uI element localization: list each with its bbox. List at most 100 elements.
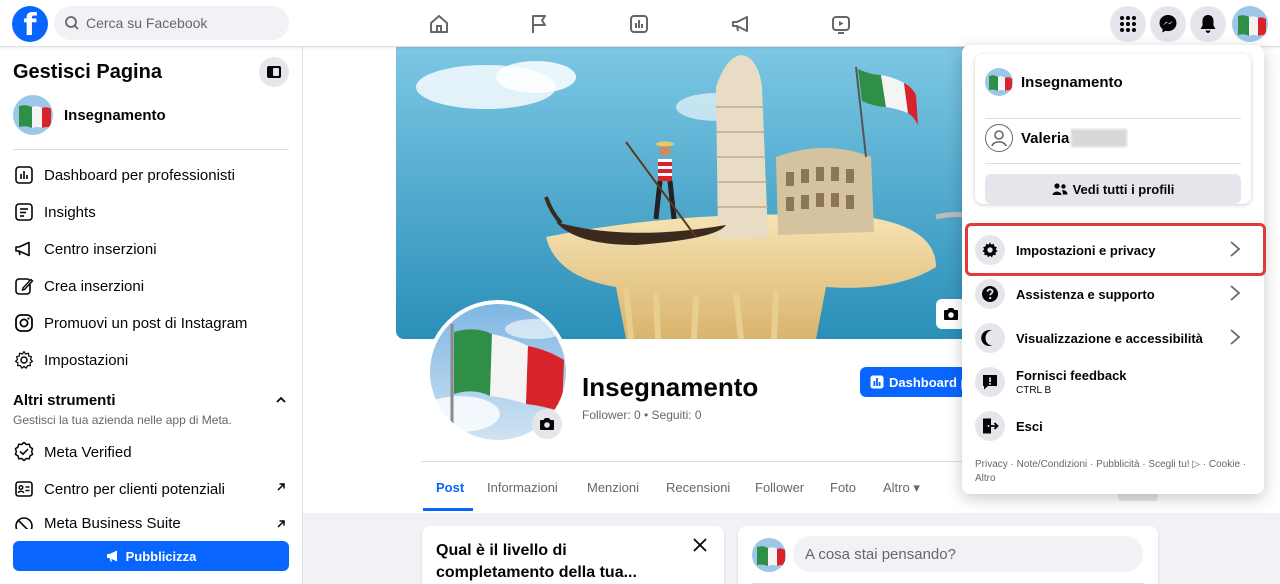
promote-label: Pubblicizza <box>125 548 197 564</box>
sidebar-item-label: Meta Business Suite <box>44 515 181 529</box>
page-title: Insegnamento <box>582 372 759 402</box>
footer-links[interactable]: Privacy · Note/Condizioni · Pubblicità ·… <box>975 458 1251 486</box>
profile-row-insegnamento[interactable]: Insegnamento <box>985 68 1123 96</box>
dashboard-icon <box>870 375 884 389</box>
tab-informazioni[interactable]: Informazioni <box>487 480 558 495</box>
leads-icon <box>13 478 35 500</box>
tab-altro[interactable]: Altro ▾ <box>883 480 920 496</box>
help-icon <box>975 279 1005 309</box>
sidebar-item-label: Promuovi un post di Instagram <box>44 314 248 332</box>
tab-recensioni[interactable]: Recensioni <box>666 480 730 495</box>
sidebar-item-label: Centro inserzioni <box>44 240 157 258</box>
tab-follower[interactable]: Follower <box>755 480 804 495</box>
megaphone-icon <box>106 550 117 562</box>
people-icon <box>1052 183 1068 195</box>
sidebar-item-label: Crea inserzioni <box>44 277 145 295</box>
menu-item-text: Fornisci feedback CTRL B <box>1016 368 1127 396</box>
completion-card-title: Qual è il livello di completamento della… <box>436 542 637 581</box>
other-tools-subtitle: Gestisci la tua azienda nelle app di Met… <box>13 413 232 427</box>
composer-input[interactable]: A cosa stai pensando? <box>793 536 1143 572</box>
facebook-logo[interactable]: f <box>12 6 48 42</box>
page-follower-stats: Follower: 0 • Seguiti: 0 <box>582 408 702 422</box>
verified-icon <box>13 441 35 463</box>
instagram-icon <box>13 312 35 334</box>
sidebar-item-label: Meta Verified <box>44 443 132 461</box>
sidebar-item-settings[interactable]: Impostazioni <box>13 345 128 375</box>
menu-item-label: Assistenza e supporto <box>1016 286 1155 302</box>
top-bar: f <box>0 0 1280 47</box>
external-link-icon <box>276 480 286 495</box>
sidebar-item-label: Impostazioni <box>44 351 129 369</box>
menu-item-label: Esci <box>1016 418 1043 434</box>
sidebar-item-ads-center[interactable]: Centro inserzioni <box>13 234 157 264</box>
tab-foto[interactable]: Foto <box>830 480 856 495</box>
page-avatar <box>13 95 53 135</box>
keyboard-shortcut: CTRL B <box>1016 385 1052 396</box>
search-icon <box>65 16 79 30</box>
edit-icon <box>13 275 35 297</box>
redacted-surname <box>1071 129 1128 147</box>
professional-dashboard-button[interactable]: Dashboard p <box>860 367 979 397</box>
profiles-card: Insegnamento Valeria Vedi tutti i profil… <box>975 54 1251 204</box>
external-link-icon <box>276 517 286 532</box>
see-all-profiles-button[interactable]: Vedi tutti i profili <box>985 174 1241 204</box>
messenger-icon[interactable] <box>1150 6 1186 42</box>
menu-item-logout[interactable]: Esci <box>975 406 1251 446</box>
divider <box>985 118 1241 119</box>
sidebar-title: Gestisci Pagina <box>13 61 162 83</box>
sidebar-collapse-icon[interactable] <box>259 57 289 87</box>
bell-icon[interactable] <box>1190 6 1226 42</box>
divider <box>985 163 1241 164</box>
other-tools-title: Altri strumenti <box>13 392 116 409</box>
feedback-icon <box>975 367 1005 397</box>
chevron-up-icon[interactable] <box>276 393 286 407</box>
sidebar-item-label: Insights <box>44 203 96 221</box>
composer-avatar <box>752 538 786 572</box>
home-icon[interactable] <box>424 9 454 39</box>
sidebar-item-meta-verified[interactable]: Meta Verified <box>13 437 132 467</box>
page-completion-card: Qual è il livello di completamento della… <box>422 526 724 584</box>
close-icon[interactable] <box>692 536 708 559</box>
search-input[interactable] <box>86 15 266 31</box>
active-tab-indicator <box>423 508 473 511</box>
sidebar-item-dashboard[interactable]: Dashboard per professionisti <box>13 160 235 190</box>
moon-icon <box>975 323 1005 353</box>
sidebar-page-name: Insegnamento <box>64 106 166 124</box>
menu-item-label: Visualizzazione e accessibilità <box>1016 330 1203 346</box>
promote-button[interactable]: Pubblicizza <box>13 541 289 571</box>
sidebar-item-insights[interactable]: Insights <box>13 197 96 227</box>
megaphone-icon[interactable] <box>726 9 756 39</box>
profile-name: Valeria <box>1021 129 1070 147</box>
sidebar-item-create-ads[interactable]: Crea inserzioni <box>13 271 144 301</box>
chevron-right-icon <box>1229 328 1241 349</box>
tab-post[interactable]: Post <box>436 480 464 495</box>
video-icon[interactable] <box>826 9 856 39</box>
sidebar-page-profile[interactable]: Insegnamento <box>13 95 166 135</box>
post-composer: A cosa stai pensando? <box>738 526 1158 584</box>
dashboard-icon <box>13 164 35 186</box>
flag-icon[interactable] <box>524 9 554 39</box>
insights-icon <box>13 201 35 223</box>
menu-item-feedback[interactable]: Fornisci feedback CTRL B <box>975 362 1251 402</box>
gear-icon <box>13 349 35 371</box>
divider <box>13 149 289 150</box>
edit-profile-camera-icon[interactable] <box>532 409 562 439</box>
logout-icon <box>975 411 1005 441</box>
profile-name: Insegnamento <box>1021 73 1123 91</box>
account-avatar[interactable] <box>1232 6 1268 42</box>
profile-row-valeria[interactable]: Valeria <box>985 124 1128 152</box>
sidebar-item-business-suite[interactable]: Meta Business Suite <box>13 511 181 529</box>
sidebar-item-leads-center[interactable]: Centro per clienti potenziali <box>13 474 225 504</box>
megaphone-icon <box>13 238 35 260</box>
apps-grid-icon[interactable] <box>1110 6 1146 42</box>
search-box[interactable] <box>54 6 289 40</box>
chevron-right-icon <box>1229 284 1241 305</box>
sidebar-item-promote-instagram[interactable]: Promuovi un post di Instagram <box>13 308 247 338</box>
professional-dashboard-label: Dashboard p <box>889 374 969 390</box>
dashboard-icon[interactable] <box>624 9 654 39</box>
business-suite-icon <box>13 515 35 529</box>
menu-item-display-accessibility[interactable]: Visualizzazione e accessibilità <box>975 318 1251 358</box>
tab-menzioni[interactable]: Menzioni <box>587 480 639 495</box>
highlight-box <box>965 223 1266 276</box>
menu-item-help-support[interactable]: Assistenza e supporto <box>975 274 1251 314</box>
